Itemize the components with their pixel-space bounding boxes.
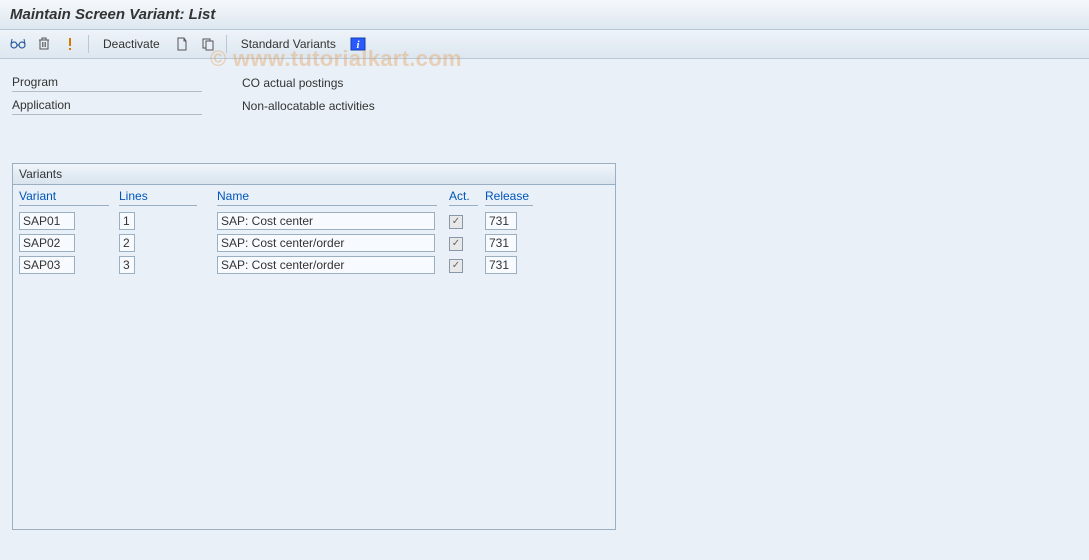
application-label: Application — [12, 96, 202, 115]
info-icon[interactable]: i — [348, 34, 368, 54]
release-field[interactable] — [485, 234, 517, 252]
col-name[interactable]: Name — [217, 189, 437, 206]
separator — [88, 35, 89, 53]
table-row: ✓ — [13, 232, 615, 254]
new-doc-icon[interactable] — [172, 34, 192, 54]
active-checkbox[interactable]: ✓ — [449, 259, 463, 273]
standard-variants-button[interactable]: Standard Variants — [235, 35, 342, 53]
table-row: ✓ — [13, 210, 615, 232]
variant-field[interactable] — [19, 256, 75, 274]
program-row: Program CO actual postings — [12, 73, 1077, 92]
separator — [226, 35, 227, 53]
copy-doc-icon[interactable] — [198, 34, 218, 54]
variants-rows-container: ✓ ✓ ✓ — [13, 210, 615, 276]
active-checkbox[interactable]: ✓ — [449, 215, 463, 229]
variants-column-headers: Variant Lines Name Act. Release — [13, 185, 615, 210]
toolbar: Deactivate Standard Variants i — [0, 30, 1089, 59]
table-row: ✓ — [13, 254, 615, 276]
col-act[interactable]: Act. — [449, 189, 478, 206]
col-variant[interactable]: Variant — [19, 189, 109, 206]
active-checkbox[interactable]: ✓ — [449, 237, 463, 251]
content-area: Program CO actual postings Application N… — [0, 59, 1089, 544]
trash-icon[interactable] — [34, 34, 54, 54]
release-field[interactable] — [485, 256, 517, 274]
variant-field[interactable] — [19, 234, 75, 252]
application-row: Application Non-allocatable activities — [12, 96, 1077, 115]
title-text: Maintain Screen Variant: List — [10, 6, 215, 23]
lines-field[interactable] — [119, 234, 135, 252]
variants-panel: Variants Variant Lines Name Act. Release… — [12, 163, 616, 530]
col-release[interactable]: Release — [485, 189, 533, 206]
window-title: Maintain Screen Variant: List — [0, 0, 1089, 30]
name-field[interactable] — [217, 212, 435, 230]
deactivate-button[interactable]: Deactivate — [97, 35, 166, 53]
application-value: Non-allocatable activities — [242, 99, 375, 113]
glasses-icon[interactable] — [8, 34, 28, 54]
variants-panel-title: Variants — [13, 164, 615, 185]
name-field[interactable] — [217, 256, 435, 274]
lines-field[interactable] — [119, 212, 135, 230]
lines-field[interactable] — [119, 256, 135, 274]
program-value: CO actual postings — [242, 76, 343, 90]
variant-field[interactable] — [19, 212, 75, 230]
col-lines[interactable]: Lines — [119, 189, 197, 206]
program-label: Program — [12, 73, 202, 92]
warning-icon[interactable] — [60, 34, 80, 54]
name-field[interactable] — [217, 234, 435, 252]
release-field[interactable] — [485, 212, 517, 230]
